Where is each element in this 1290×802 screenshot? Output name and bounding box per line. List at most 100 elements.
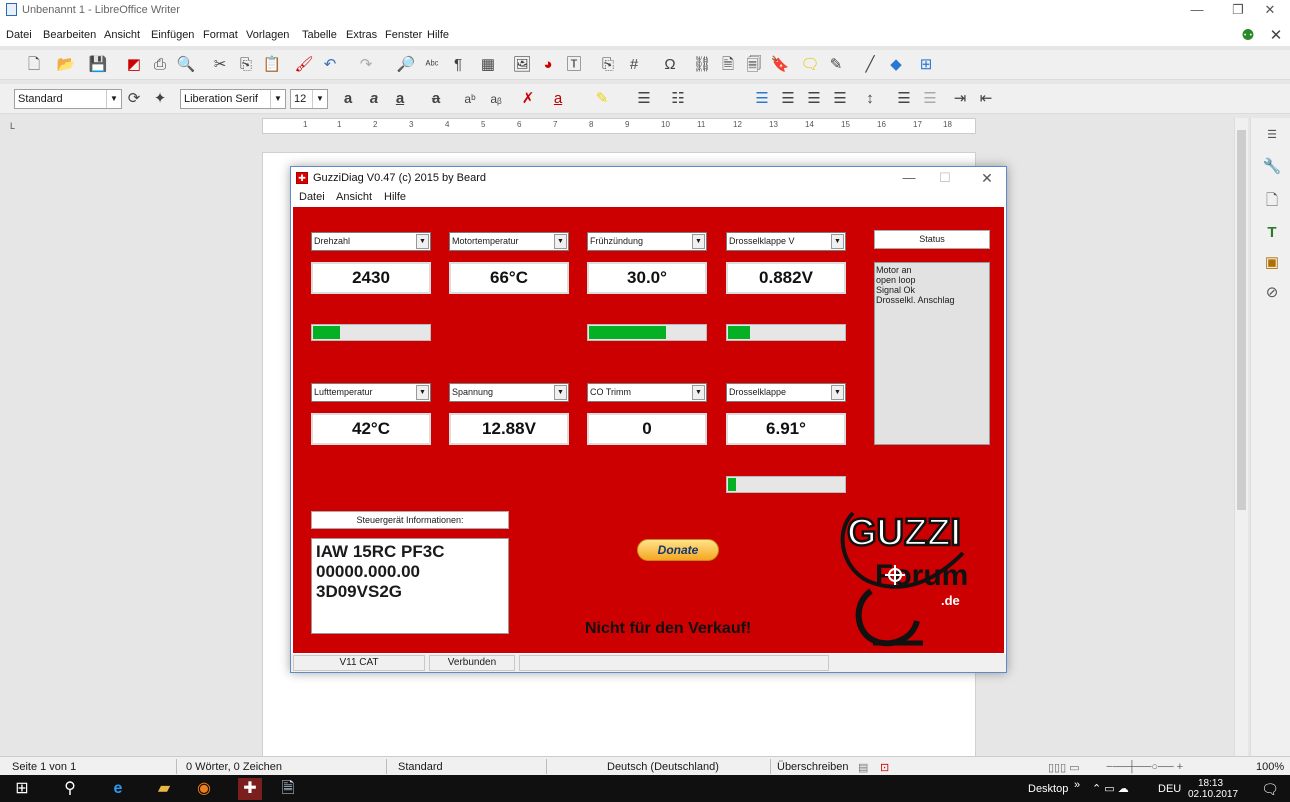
minimize-button[interactable]: —	[1177, 2, 1217, 18]
new-document-icon[interactable]: 🗋	[24, 55, 44, 75]
guzzi-menu-datei[interactable]: Datei	[299, 191, 325, 203]
formatting-marks-icon[interactable]: ¶	[448, 55, 468, 75]
gauge-select-6[interactable]: Spannung ▼	[449, 383, 569, 402]
save-icon[interactable]: 💾	[88, 55, 108, 75]
numbering-icon[interactable]: ☷	[668, 89, 688, 109]
align-right-icon[interactable]: ☰	[804, 89, 824, 109]
endnote-icon[interactable]: 🗐	[744, 55, 764, 75]
tray-icons[interactable]: ⌃ ▭ ☁	[1092, 782, 1129, 795]
chevron-down-icon[interactable]: ▼	[831, 385, 844, 400]
guzzi-menu-ansicht[interactable]: Ansicht	[336, 191, 372, 203]
increase-indent-icon[interactable]: ⇥	[950, 89, 970, 109]
insert-image-icon[interactable]: 🖼	[512, 55, 532, 75]
footnote-icon[interactable]: 🗎	[718, 55, 738, 75]
chevron-down-icon[interactable]: ▼	[416, 385, 429, 400]
font-name-select[interactable]: Liberation Serif ▼	[180, 89, 286, 109]
menu-bearbeiten[interactable]: Bearbeiten	[43, 29, 96, 41]
horizontal-ruler[interactable]: 1 1 2 3 4 5 6 7 8 9 10 11 12 13 14 15 16…	[262, 118, 976, 134]
line-spacing-icon[interactable]: ↕	[860, 89, 880, 109]
guzzidiag-minimize-button[interactable]: —	[889, 170, 929, 186]
cut-icon[interactable]: ✂	[210, 55, 230, 75]
clear-formatting-icon[interactable]: ✗	[518, 89, 538, 109]
highlight-icon[interactable]: ✎	[592, 89, 612, 109]
superscript-icon[interactable]: aᵇ	[460, 89, 480, 109]
chevron-down-icon[interactable]: ▼	[554, 234, 567, 249]
export-pdf-icon[interactable]: ◩	[124, 55, 144, 75]
close-document-button[interactable]: ✕	[1266, 26, 1286, 46]
undo-icon[interactable]: ↶	[320, 55, 340, 75]
guzzi-menu-hilfe[interactable]: Hilfe	[384, 191, 406, 203]
hyperlink-icon[interactable]: ⛓	[692, 55, 712, 75]
windows-start-icon[interactable]: ⊞	[10, 778, 34, 800]
gauge-select-5[interactable]: Lufttemperatur ▼	[311, 383, 431, 402]
justify-icon[interactable]: ☰	[830, 89, 850, 109]
input-language[interactable]: DEU	[1158, 783, 1181, 795]
word-count[interactable]: 0 Wörter, 0 Zeichen	[186, 761, 282, 773]
page-count[interactable]: Seite 1 von 1	[12, 761, 76, 773]
guzzidiag-close-button[interactable]: ✕	[967, 170, 1007, 186]
paste-icon[interactable]: 📋	[262, 55, 282, 75]
gauge-select-1[interactable]: Drehzahl ▼	[311, 232, 431, 251]
menu-hilfe[interactable]: Hilfe	[427, 29, 449, 41]
menu-fenster[interactable]: Fenster	[385, 29, 422, 41]
firefox-icon[interactable]: ◉	[192, 778, 216, 800]
guzzidiag-maximize-button[interactable]: ☐	[925, 170, 965, 186]
tab-type-indicator[interactable]: L	[10, 121, 15, 131]
decrease-indent-icon[interactable]: ⇤	[976, 89, 996, 109]
insert-chart-icon[interactable]: ◕	[538, 55, 558, 75]
gallery-icon[interactable]: ▣	[1261, 252, 1283, 274]
insert-field-icon[interactable]: #	[624, 55, 644, 75]
bullets-icon[interactable]: ☰	[634, 89, 654, 109]
guzzidiag-taskbar-icon[interactable]: ✚	[238, 778, 262, 800]
zoom-level[interactable]: 100%	[1256, 761, 1284, 773]
chevron-down-icon[interactable]: ▼	[106, 90, 121, 108]
track-changes-icon[interactable]: ✎	[826, 55, 846, 75]
chevron-down-icon[interactable]: ▼	[831, 234, 844, 249]
bold-icon[interactable]: a	[338, 89, 358, 109]
increase-paragraph-spacing-icon[interactable]: ☰	[894, 89, 914, 109]
text-language[interactable]: Deutsch (Deutschland)	[607, 761, 719, 773]
action-center-icon[interactable]: 🗨	[1258, 778, 1282, 800]
insert-mode[interactable]: Überschreiben	[777, 761, 849, 773]
font-color-icon[interactable]: a	[548, 89, 568, 109]
edge-browser-icon[interactable]: e	[106, 778, 130, 800]
clock-time[interactable]: 18:13	[1198, 778, 1223, 789]
paragraph-style-select[interactable]: Standard ▼	[14, 89, 122, 109]
chevron-down-icon[interactable]: ▼	[692, 385, 705, 400]
update-style-icon[interactable]: ⟳	[124, 89, 144, 109]
gauge-select-2[interactable]: Motortemperatur ▼	[449, 232, 569, 251]
menu-einfuegen[interactable]: Einfügen	[151, 29, 194, 41]
view-layout-icon[interactable]: ▯▯▯ ▭	[1048, 761, 1080, 774]
menu-extras[interactable]: Extras	[346, 29, 377, 41]
gauge-select-8[interactable]: Drosselklappe ▼	[726, 383, 846, 402]
menu-tabelle[interactable]: Tabelle	[302, 29, 337, 41]
font-size-select[interactable]: 12 ▼	[290, 89, 328, 109]
sidebar-menu-icon[interactable]: ☰	[1261, 124, 1283, 146]
selection-mode-icon[interactable]: ▤	[858, 761, 868, 774]
new-style-icon[interactable]: ✦	[150, 89, 170, 109]
page-style[interactable]: Standard	[398, 761, 443, 773]
chevron-down-icon[interactable]: ▼	[554, 385, 567, 400]
basic-shapes-icon[interactable]: ◆	[886, 55, 906, 75]
search-icon[interactable]: ⚲	[58, 778, 82, 800]
properties-icon[interactable]: 🔧	[1261, 156, 1283, 178]
comment-icon[interactable]: 🗨	[800, 55, 820, 75]
gauge-select-7[interactable]: CO Trimm ▼	[587, 383, 707, 402]
insert-table-icon[interactable]: ▦	[478, 55, 498, 75]
line-icon[interactable]: ╱	[860, 55, 880, 75]
menu-datei[interactable]: Datei	[6, 29, 32, 41]
menu-format[interactable]: Format	[203, 29, 238, 41]
chevron-down-icon[interactable]: ▼	[270, 90, 285, 108]
file-explorer-icon[interactable]: ▰	[152, 778, 176, 800]
align-left-icon[interactable]: ☰	[752, 89, 772, 109]
special-character-icon[interactable]: Ω	[660, 55, 680, 75]
copy-icon[interactable]: ⎘	[236, 55, 256, 75]
show-more-icon[interactable]: »	[1074, 779, 1080, 791]
align-center-icon[interactable]: ☰	[778, 89, 798, 109]
chevron-down-icon[interactable]: ▼	[416, 234, 429, 249]
insert-textbox-icon[interactable]: 🅃	[564, 55, 584, 75]
spelling-icon[interactable]: ᴬᵇᶜ	[422, 55, 442, 75]
decrease-paragraph-spacing-icon[interactable]: ☰	[920, 89, 940, 109]
find-replace-icon[interactable]: 🔎	[396, 55, 416, 75]
vertical-scrollbar[interactable]	[1234, 118, 1248, 756]
